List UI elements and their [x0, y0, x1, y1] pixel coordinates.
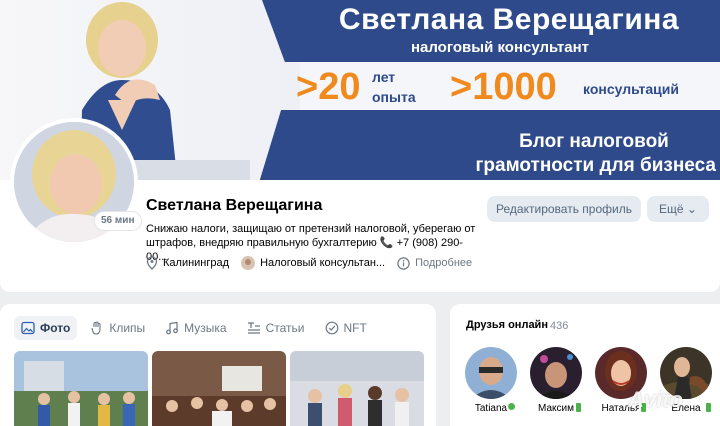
friend-item[interactable]: Tatiana — [465, 347, 517, 414]
photo-icon — [21, 321, 35, 335]
clips-icon — [91, 321, 101, 335]
friends-online-title[interactable]: Друзья онлайн — [466, 319, 548, 331]
online-mobile-icon — [574, 401, 583, 414]
music-icon — [166, 321, 179, 335]
banner-stats: >20 лет опыта >1000 консультаций — [290, 66, 710, 110]
event-photo-1 — [14, 351, 148, 426]
city-label: Калининград — [163, 257, 230, 269]
more-info-link[interactable]: Подробнее — [397, 256, 473, 270]
stat-consultations-value: >1000 — [450, 66, 557, 108]
banner-blog-line-1: Блог налоговой — [519, 131, 669, 152]
photo-thumbnail[interactable] — [290, 351, 424, 426]
tab-nft-label: NFT — [343, 321, 367, 335]
location-item[interactable]: Калининград — [146, 256, 229, 270]
stat-years-label-1: лет — [372, 69, 396, 85]
friend-avatar — [530, 347, 582, 399]
tab-photos[interactable]: Фото — [14, 316, 78, 340]
profile-meta-row: Калининград Налоговый консультан... Подр… — [146, 254, 480, 272]
tab-music-label: Музыка — [184, 321, 227, 335]
stat-years-label-2: опыта — [372, 89, 416, 105]
stat-years-value: >20 — [296, 66, 361, 108]
more-info-label: Подробнее — [415, 257, 473, 269]
last-seen-badge: 56 мин — [95, 212, 141, 230]
vk-profile-page: Светлана Верещагина налоговый консультан… — [0, 0, 720, 426]
nft-icon — [325, 321, 338, 335]
online-web-icon — [506, 401, 517, 412]
stat-consultations-label: консультаций — [583, 81, 679, 97]
tab-nft[interactable]: NFT — [318, 316, 374, 340]
event-photo-3 — [290, 351, 424, 426]
photo-thumbnail[interactable] — [14, 351, 148, 426]
banner-subtitle: налоговый консультант — [410, 39, 590, 56]
articles-icon — [247, 322, 260, 334]
photo-grid — [14, 351, 424, 426]
tab-clips-label: Клипы — [109, 321, 146, 335]
banner-blog-line-2: грамотности для бизнеса — [475, 155, 716, 176]
media-tabs: Фото Клипы Музыка Статьи NFT — [14, 316, 374, 340]
edit-profile-button[interactable]: Редактировать профиль — [487, 196, 641, 222]
tab-photos-label: Фото — [40, 321, 71, 335]
photo-thumbnail[interactable] — [152, 351, 286, 426]
job-item[interactable]: Налоговый консультан... — [241, 256, 385, 270]
event-photo-2 — [152, 351, 286, 426]
friends-online-count: 436 — [550, 320, 569, 332]
location-pin-icon — [146, 256, 158, 270]
job-label: Налоговый консультан... — [260, 257, 386, 269]
tab-articles[interactable]: Статьи — [240, 316, 312, 340]
tab-clips[interactable]: Клипы — [83, 316, 152, 340]
friend-avatar — [465, 347, 517, 399]
friend-item[interactable]: Максим — [530, 347, 583, 414]
more-button[interactable]: Ещё ⌄ — [647, 196, 709, 222]
tab-articles-label: Статьи — [265, 321, 305, 335]
online-mobile-icon — [704, 401, 713, 414]
info-icon — [397, 256, 410, 270]
watermark-logo: Avito — [628, 387, 683, 412]
banner-name: Светлана Верещагина — [338, 3, 680, 36]
tab-music[interactable]: Музыка — [158, 316, 233, 340]
profile-name: Светлана Верещагина — [146, 197, 323, 214]
job-avatar-icon — [241, 256, 256, 270]
